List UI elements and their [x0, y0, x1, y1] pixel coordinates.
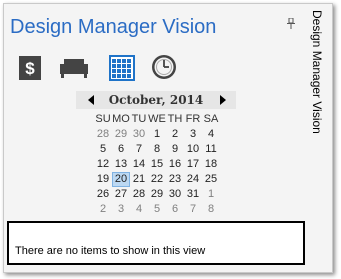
design-manager-vision-pane: Design Manager Vision Design Manager Vis… [3, 3, 333, 273]
calendar-day[interactable]: 7 [184, 202, 202, 217]
calendar-day[interactable]: 11 [202, 142, 220, 157]
calendar-day[interactable]: 7 [130, 142, 148, 157]
dollar-icon[interactable]: $ [18, 56, 42, 80]
calendar-day[interactable]: 30 [130, 127, 148, 142]
calendar-day[interactable]: 29 [112, 127, 130, 142]
calendar-month-label: October, 2014 [108, 93, 204, 107]
calendar-day[interactable]: 1 [202, 187, 220, 202]
weekday-header: MO [112, 113, 130, 125]
weekday-header: TH [167, 113, 183, 125]
calendar-day[interactable]: 8 [148, 142, 166, 157]
calendar-day[interactable]: 24 [184, 172, 202, 187]
calendar-day[interactable]: 28 [94, 127, 112, 142]
calendar-day[interactable]: 15 [148, 157, 166, 172]
calendar-header: October, 2014 [76, 91, 236, 109]
calendar-day[interactable]: 21 [130, 172, 148, 187]
calendar-day[interactable]: 1 [148, 127, 166, 142]
calendar-day[interactable]: 31 [184, 187, 202, 202]
calendar-day[interactable]: 12 [94, 157, 112, 172]
calendar-day[interactable]: 2 [94, 202, 112, 217]
next-month-arrow-icon[interactable] [220, 95, 226, 105]
side-title-tab[interactable]: Design Manager Vision [308, 10, 328, 240]
calendar-day[interactable]: 4 [202, 127, 220, 142]
weekday-header: FR [185, 113, 201, 125]
calendar-day[interactable]: 3 [112, 202, 130, 217]
calendar-day[interactable]: 25 [202, 172, 220, 187]
weekday-header: SA [203, 113, 219, 125]
calendar-icon[interactable] [109, 55, 135, 81]
calendar-grid: SU MO TU WE TH FR SA 28 29 30 1 2 3 4 5 6 7 8 9 10 11 12 13 14 1… [94, 112, 220, 217]
weekday-header: SU [95, 113, 111, 125]
calendar-day[interactable]: 13 [112, 157, 130, 172]
empty-items-message: There are no items to show in this view [15, 245, 206, 257]
calendar-day[interactable]: 30 [166, 187, 184, 202]
calendar-day[interactable]: 14 [130, 157, 148, 172]
calendar-day[interactable]: 22 [148, 172, 166, 187]
items-view: There are no items to show in this view [7, 221, 305, 265]
calendar-day[interactable]: 2 [166, 127, 184, 142]
calendar-day[interactable]: 10 [184, 142, 202, 157]
calendar-day[interactable]: 19 [94, 172, 112, 187]
calendar-day[interactable]: 5 [148, 202, 166, 217]
calendar-day[interactable]: 29 [148, 187, 166, 202]
calendar-day[interactable]: 27 [112, 187, 130, 202]
calendar-day[interactable]: 6 [112, 142, 130, 157]
calendar-day[interactable]: 8 [202, 202, 220, 217]
pin-icon[interactable] [286, 18, 296, 30]
calendar-day[interactable]: 6 [166, 202, 184, 217]
clock-icon[interactable] [151, 54, 177, 80]
svg-text:$: $ [25, 59, 35, 78]
calendar-day-selected[interactable]: 20 [112, 172, 130, 187]
side-title-label: Design Manager Vision [310, 10, 324, 134]
calendar-day[interactable]: 16 [166, 157, 184, 172]
month-calendar: October, 2014 SU MO TU WE TH FR SA 28 29 30 1 2 3 4 5 6… [76, 91, 236, 219]
sofa-icon[interactable] [59, 56, 89, 80]
calendar-day[interactable]: 5 [94, 142, 112, 157]
pane-title: Design Manager Vision [10, 16, 217, 38]
calendar-day[interactable]: 4 [130, 202, 148, 217]
calendar-day[interactable]: 17 [184, 157, 202, 172]
weekday-header: TU [131, 113, 147, 125]
weekday-header: WE [148, 113, 166, 125]
calendar-day[interactable]: 18 [202, 157, 220, 172]
calendar-day[interactable]: 3 [184, 127, 202, 142]
calendar-day[interactable]: 9 [166, 142, 184, 157]
calendar-day[interactable]: 26 [94, 187, 112, 202]
calendar-day[interactable]: 28 [130, 187, 148, 202]
calendar-day[interactable]: 23 [166, 172, 184, 187]
